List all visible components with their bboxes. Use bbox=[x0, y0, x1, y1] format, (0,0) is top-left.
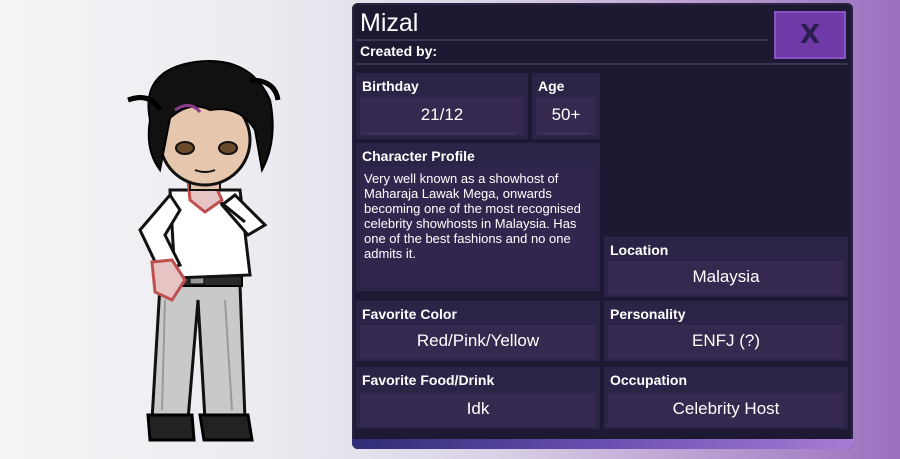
favorite-food-label: Favorite Food/Drink bbox=[362, 372, 495, 388]
profile-label: Character Profile bbox=[362, 148, 475, 164]
age-field: Age 50+ bbox=[532, 73, 600, 139]
occupation-label: Occupation bbox=[610, 372, 688, 388]
personality-field: Personality ENFJ (?) bbox=[604, 301, 848, 361]
age-label: Age bbox=[538, 78, 565, 94]
favorite-color-label: Favorite Color bbox=[362, 306, 457, 322]
birthday-underline bbox=[366, 132, 516, 135]
location-value: Malaysia bbox=[692, 267, 760, 286]
favorite-color-value: Red/Pink/Yellow bbox=[416, 331, 540, 350]
header-divider bbox=[356, 63, 848, 65]
title-bar: Mizal Created by: X bbox=[352, 3, 853, 65]
favorite-food-value: Idk bbox=[466, 399, 490, 418]
favorite-color-field: Favorite Color Red/Pink/Yellow bbox=[356, 301, 600, 361]
personality-value: ENFJ (?) bbox=[692, 331, 760, 350]
location-label: Location bbox=[610, 242, 669, 258]
character-illustration bbox=[127, 60, 281, 442]
location-field: Location Malaysia bbox=[604, 237, 848, 297]
occupation-value: Celebrity Host bbox=[672, 399, 780, 418]
character-profile-field: Character Profile Very well known as a s… bbox=[356, 143, 600, 291]
panel-bottom-accent bbox=[352, 439, 853, 449]
occupation-field: Occupation Celebrity Host bbox=[604, 367, 848, 429]
birthday-field: Birthday 21/12 bbox=[356, 73, 528, 139]
age-underline bbox=[542, 132, 590, 135]
age-value: 50+ bbox=[551, 105, 581, 124]
close-x-icon: X bbox=[799, 20, 821, 50]
title-divider bbox=[356, 39, 768, 41]
close-button[interactable]: X bbox=[774, 11, 846, 59]
created-by-label: Created by: bbox=[360, 43, 438, 59]
character-name: Mizal bbox=[360, 9, 419, 37]
personality-label: Personality bbox=[610, 306, 686, 322]
favorite-food-field: Favorite Food/Drink Idk bbox=[356, 367, 600, 429]
character-info-panel: Mizal Created by: X Birthday 21/12 Age 5… bbox=[352, 3, 853, 449]
birthday-label: Birthday bbox=[362, 78, 419, 94]
profile-text: Very well known as a showhost of Maharaj… bbox=[364, 171, 581, 261]
birthday-value: 21/12 bbox=[420, 105, 464, 124]
character-preview bbox=[0, 0, 350, 454]
